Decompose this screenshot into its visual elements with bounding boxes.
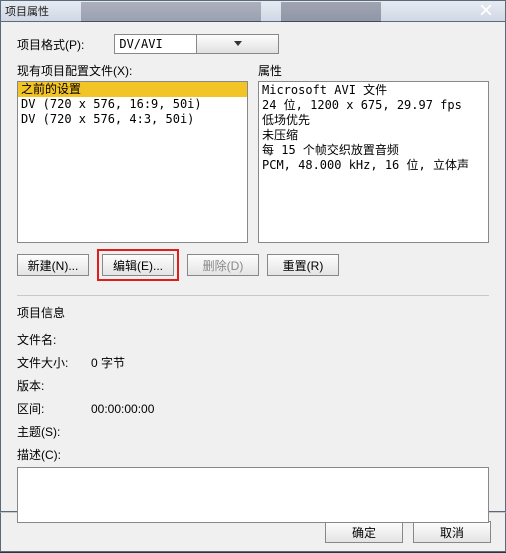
format-label: 项目格式(P): bbox=[17, 36, 84, 53]
range-value: 00:00:00:00 bbox=[91, 402, 489, 416]
version-label: 版本: bbox=[17, 377, 91, 394]
new-button[interactable]: 新建(N)... bbox=[17, 254, 89, 276]
edit-button[interactable]: 编辑(E)... bbox=[102, 254, 174, 276]
attributes-label: 属性 bbox=[258, 62, 489, 79]
format-combobox[interactable]: DV/AVI bbox=[114, 34, 279, 54]
list-item[interactable]: 之前的设置 bbox=[18, 82, 247, 97]
desc-label: 描述(C): bbox=[17, 446, 91, 463]
delete-button: 删除(D) bbox=[187, 254, 259, 276]
subject-label: 主题(S): bbox=[17, 423, 91, 440]
filesize-value: 0 字节 bbox=[91, 354, 489, 371]
close-icon[interactable] bbox=[473, 1, 499, 19]
info-heading: 项目信息 bbox=[17, 304, 489, 321]
list-item[interactable]: DV (720 x 576, 4:3, 50i) bbox=[18, 112, 247, 127]
profiles-listbox[interactable]: 之前的设置DV (720 x 576, 16:9, 50i)DV (720 x … bbox=[17, 81, 248, 243]
titlebar: 项目属性 bbox=[0, 0, 506, 22]
reset-button[interactable]: 重置(R) bbox=[267, 254, 339, 276]
attributes-box: Microsoft AVI 文件 24 位, 1200 x 675, 29.97… bbox=[258, 81, 489, 243]
list-item[interactable]: DV (720 x 576, 16:9, 50i) bbox=[18, 97, 247, 112]
chevron-down-icon[interactable] bbox=[196, 35, 278, 53]
profiles-label: 现有项目配置文件(X): bbox=[17, 62, 248, 79]
format-value: DV/AVI bbox=[115, 37, 196, 51]
description-textarea[interactable] bbox=[17, 467, 489, 523]
filename-label: 文件名: bbox=[17, 331, 91, 348]
window-title: 项目属性 bbox=[5, 3, 49, 19]
ok-button[interactable]: 确定 bbox=[325, 521, 403, 543]
cancel-button[interactable]: 取消 bbox=[413, 521, 491, 543]
edit-highlight: 编辑(E)... bbox=[97, 249, 179, 281]
range-label: 区间: bbox=[17, 400, 91, 417]
separator bbox=[17, 295, 489, 296]
filesize-label: 文件大小: bbox=[17, 354, 91, 371]
